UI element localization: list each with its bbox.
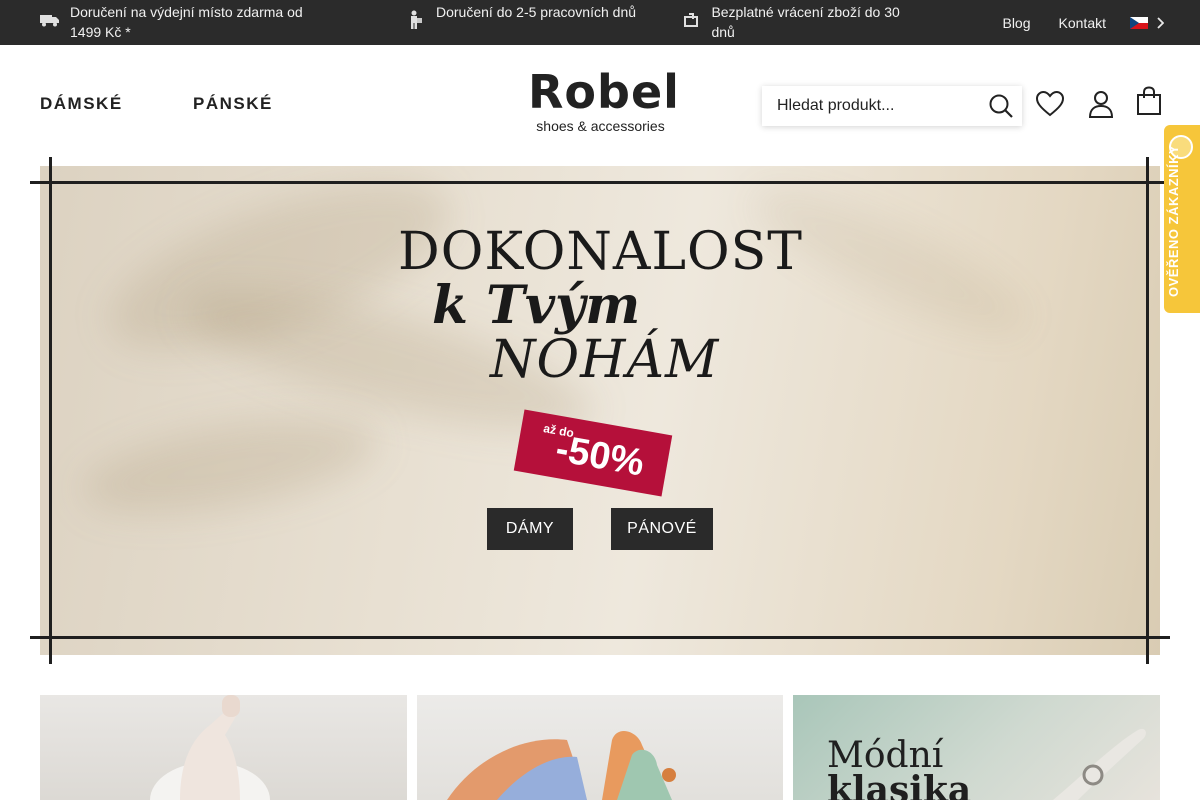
- chevron-right-icon: [1156, 16, 1164, 29]
- courier-icon: [404, 10, 426, 30]
- category-tile-2[interactable]: [417, 695, 783, 800]
- discount-badge-value: -50%: [552, 427, 648, 485]
- info-text: Doručení do 2-5 pracovních dnů: [436, 4, 637, 20]
- search-input[interactable]: [777, 97, 977, 115]
- women-button[interactable]: DÁMY: [487, 508, 573, 550]
- nav-women[interactable]: DÁMSKÉ: [40, 94, 123, 114]
- top-info-bar: Doručení na výdejní místo zdarma od 1499…: [0, 0, 1200, 45]
- logo-brand: Robel: [528, 65, 680, 119]
- info-text: Bezplatné vrácení zboží do 30 dnů: [711, 4, 900, 40]
- user-icon[interactable]: [1086, 89, 1116, 119]
- hero-frame-right: [1146, 157, 1149, 664]
- hero-frame-left: [49, 157, 52, 664]
- search-box: [762, 86, 1022, 126]
- hero-headline-1: DOKONALOST: [398, 222, 803, 282]
- info-text: Doručení na výdejní místo zdarma od 1499…: [70, 4, 303, 40]
- category-tile-3[interactable]: Módní klasika: [793, 695, 1160, 800]
- contact-link[interactable]: Kontakt: [1059, 15, 1106, 31]
- nav-men[interactable]: PÁNSKÉ: [193, 94, 273, 114]
- hero-frame-top: [30, 181, 1170, 184]
- verified-label: OVĚŘENO ZÁKAZNÍKY: [1166, 144, 1181, 297]
- logo-tagline: shoes & accessories: [536, 118, 665, 134]
- search-icon[interactable]: [988, 93, 1014, 124]
- tile-3-title-line2: klasika: [827, 769, 972, 800]
- return-icon: [682, 10, 701, 30]
- info-delivery-time: Doručení do 2-5 pracovních dnů: [404, 2, 644, 30]
- cart-icon[interactable]: [1134, 86, 1164, 116]
- men-button[interactable]: PÁNOVÉ: [611, 508, 713, 550]
- verified-customers-tab[interactable]: OVĚŘENO ZÁKAZNÍKY: [1164, 125, 1200, 313]
- blog-link[interactable]: Blog: [1002, 15, 1030, 31]
- top-links: Blog Kontakt: [974, 0, 1164, 45]
- info-free-delivery: Doručení na výdejní místo zdarma od 1499…: [40, 2, 320, 42]
- category-tile-1[interactable]: [40, 695, 407, 800]
- language-selector[interactable]: [1130, 16, 1164, 29]
- hero-headline-3: NOHÁM: [490, 330, 720, 390]
- hero-frame-bottom: [30, 636, 1170, 639]
- info-free-return: Bezplatné vrácení zboží do 30 dnů: [682, 2, 902, 42]
- heart-icon[interactable]: [1035, 89, 1065, 119]
- tile-1-image: [150, 695, 270, 800]
- truck-icon: [40, 10, 60, 30]
- cz-flag-icon: [1130, 16, 1148, 29]
- hero-headline-2: k Tvým: [432, 275, 641, 336]
- site-header: DÁMSKÉ PÁNSKÉ Robel shoes & accessories: [0, 45, 1200, 165]
- tile-2-image: [447, 730, 676, 800]
- site-logo[interactable]: Robel shoes & accessories: [528, 65, 680, 134]
